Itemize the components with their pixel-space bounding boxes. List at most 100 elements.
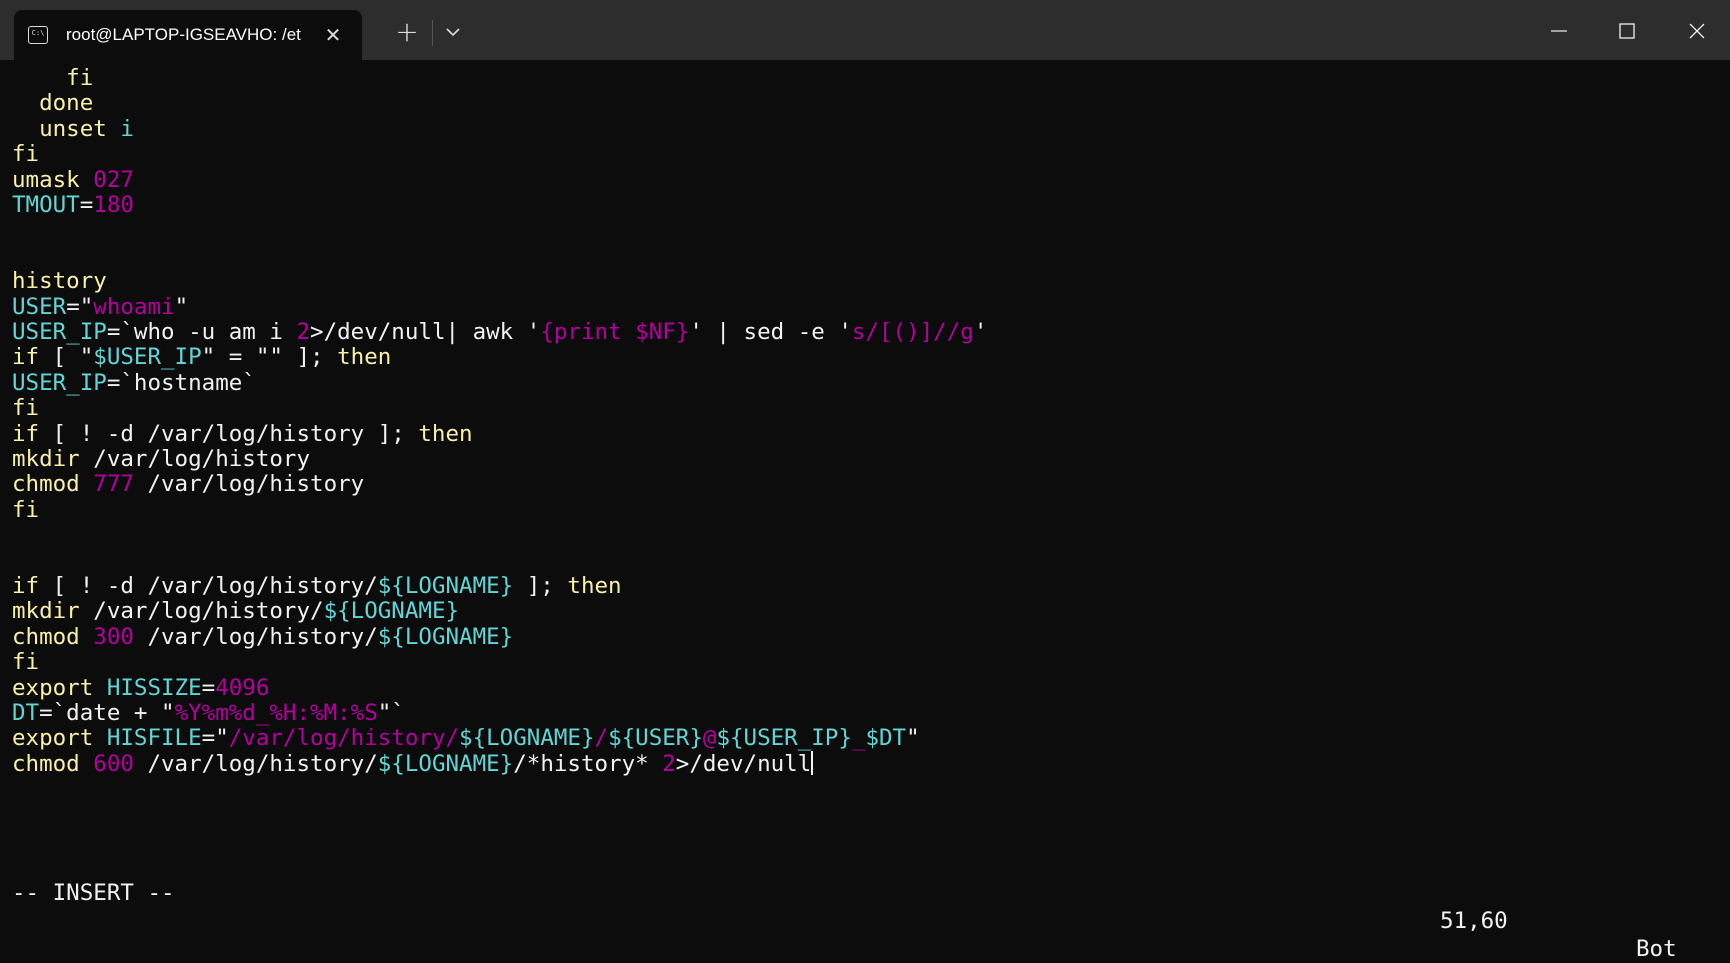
code-token: umask — [12, 166, 94, 193]
close-icon — [1689, 23, 1705, 39]
code-token: /var/log/history/ — [79, 598, 324, 625]
code-token: >/dev/null — [675, 750, 812, 777]
maximize-button[interactable] — [1592, 0, 1660, 60]
code-token: HISSIZE — [106, 674, 202, 701]
code-token: _ — [851, 725, 866, 752]
code-token: done — [12, 90, 94, 117]
code-token: 777 — [93, 471, 134, 498]
terminal-tab[interactable]: C:\ root@LAPTOP-IGSEAVHO: /et ✕ — [14, 10, 362, 60]
code-token: 2 — [296, 319, 311, 345]
code-line: unset i — [12, 115, 134, 143]
code-token: then — [567, 573, 622, 599]
code-token: export — [12, 674, 107, 701]
code-token: ' | sed -e ' — [689, 319, 852, 345]
code-token: = — [79, 192, 94, 218]
code-token: = — [201, 674, 216, 701]
code-line: chmod 777 /var/log/history — [12, 470, 364, 498]
code-token: ${LOGNAME} — [323, 598, 460, 625]
code-line: fi — [12, 394, 39, 422]
code-token: fi — [12, 65, 94, 91]
code-token: history — [12, 268, 107, 295]
code-token: DT — [12, 700, 40, 726]
code-token: /var/log/history/ — [228, 725, 460, 752]
code-line: chmod 600 /var/log/history/${LOGNAME}/*h… — [12, 750, 814, 778]
cursor-position: 51,60 — [1440, 908, 1508, 934]
close-window-button[interactable] — [1662, 0, 1730, 60]
code-line: done — [12, 89, 93, 117]
code-token: /var/log/history — [79, 446, 311, 472]
code-token: $USER_IP — [93, 344, 202, 371]
code-token: ' — [973, 319, 988, 345]
new-tab-button[interactable]: + — [390, 15, 424, 49]
code-token: 4096 — [215, 674, 270, 701]
code-token: 027 — [93, 166, 134, 193]
code-line: mkdir /var/log/history — [12, 445, 310, 473]
code-token: USER — [12, 293, 67, 320]
code-line: USER_IP=`hostname` — [12, 369, 256, 397]
close-tab-icon[interactable]: ✕ — [322, 24, 344, 46]
code-token: [ " — [39, 344, 94, 371]
code-token: ${LOGNAME} — [377, 573, 514, 599]
code-token: if — [12, 420, 40, 447]
code-token: ]; — [513, 573, 568, 599]
code-token: HISFILE — [106, 725, 202, 752]
code-token: " — [174, 293, 189, 320]
code-token: s/[()]//g — [851, 319, 974, 345]
code-token: 2 — [662, 750, 676, 777]
code-token: =" — [66, 293, 94, 320]
code-token: USER_IP — [12, 369, 107, 396]
code-token: then — [337, 344, 392, 371]
code-token: export — [12, 725, 107, 752]
code-token: " = "" ]; — [201, 344, 338, 371]
chevron-down-icon[interactable] — [434, 15, 472, 49]
code-token: =" — [201, 725, 229, 752]
code-token: chmod — [12, 471, 80, 498]
code-token: >/dev/null| awk ' — [310, 319, 541, 345]
code-line: DT=`date + "%Y%m%d_%H:%M:%S"` — [12, 699, 405, 727]
code-token: if — [12, 573, 40, 599]
tab-divider — [432, 20, 433, 46]
terminal-icon: C:\ — [28, 26, 48, 44]
code-token: /var/log/history/ — [133, 623, 378, 650]
minimize-button[interactable] — [1524, 0, 1592, 60]
terminal-buffer[interactable]: fi done unset i fi umask 027 TMOUT=180 histo… — [0, 60, 1730, 896]
code-token: chmod — [12, 623, 80, 650]
code-line: export HISFILE="/var/log/history/${LOGNA… — [12, 724, 920, 752]
code-token: USER_IP — [12, 319, 107, 345]
code-token: 600 — [93, 750, 134, 777]
code-token: 300 — [93, 623, 134, 650]
code-token: =`who -u am i — [106, 319, 297, 345]
code-token: TMOUT — [12, 192, 80, 218]
code-line: fi — [12, 648, 39, 676]
code-line: umask 027 — [12, 166, 134, 194]
code-token: ${USER} — [608, 725, 703, 752]
code-token: mkdir — [12, 598, 80, 625]
code-line: USER_IP=`who -u am i 2>/dev/null| awk '{… — [12, 318, 987, 346]
code-token: ${USER_IP} — [716, 725, 852, 752]
code-token: fi — [12, 496, 40, 523]
code-token: " — [906, 725, 920, 752]
code-line: if [ ! -d /var/log/history ]; then — [12, 420, 473, 448]
code-token: $DT — [865, 725, 907, 752]
code-token: [ ! -d /var/log/history ]; — [39, 420, 419, 447]
code-token: %Y%m%d_%H:%M:%S — [174, 700, 378, 726]
code-token: {print $NF} — [540, 319, 690, 345]
vim-mode-indicator: -- INSERT -- — [12, 880, 175, 906]
code-token: ${LOGNAME} — [377, 623, 514, 650]
code-token: fi — [12, 141, 40, 168]
code-token: =`hostname` — [106, 369, 256, 396]
code-token: /*history* — [513, 750, 663, 777]
code-token: /var/log/history — [133, 471, 365, 498]
code-line: export HISSIZE=4096 — [12, 674, 269, 702]
tab-title: root@LAPTOP-IGSEAVHO: /et — [66, 25, 301, 44]
code-token: 180 — [93, 192, 134, 218]
code-line: fi — [12, 496, 39, 524]
code-token: "` — [377, 700, 405, 726]
code-token: fi — [12, 395, 40, 422]
code-line: TMOUT=180 — [12, 191, 134, 219]
code-token: if — [12, 344, 40, 371]
code-token: fi — [12, 649, 40, 676]
text-cursor — [811, 750, 814, 775]
